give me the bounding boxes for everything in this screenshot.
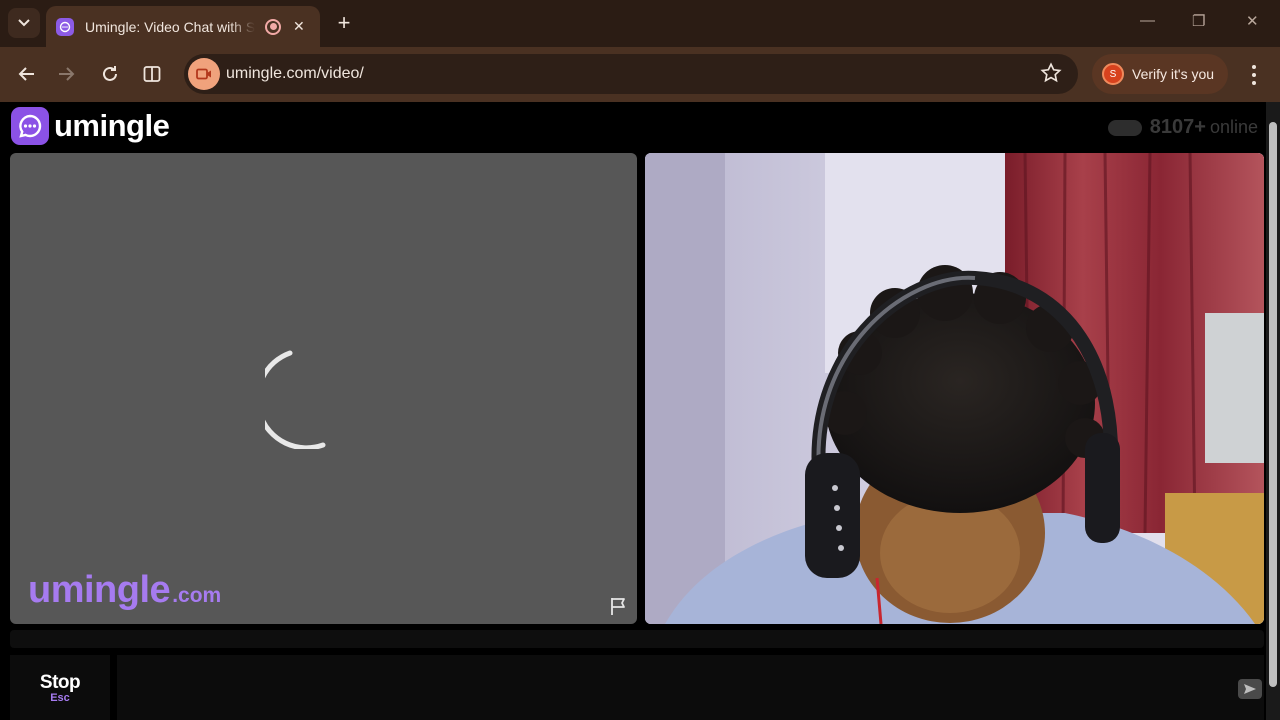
chat-message-input[interactable] [117, 655, 1264, 720]
watermark-domain: .com [172, 584, 222, 607]
split-view-icon [143, 66, 161, 82]
site-logo[interactable]: umingle [11, 107, 170, 145]
umingle-watermark: umingle .com [28, 569, 221, 612]
new-tab-button[interactable]: + [332, 10, 356, 36]
umingle-page: umingle 8107+ online umingle .com Stop E… [0, 102, 1280, 720]
window-close-icon[interactable]: ✕ [1246, 12, 1259, 30]
active-tab[interactable]: Umingle: Video Chat with Strangers ✕ [46, 6, 320, 47]
send-icon[interactable] [1238, 679, 1262, 699]
umingle-favicon-icon [56, 17, 74, 36]
tab-title: Umingle: Video Chat with Strangers [85, 18, 255, 35]
browser-toolbar: umingle.com/video/ S Verify it's you [0, 47, 1280, 102]
restore-icon[interactable]: ❐ [1192, 12, 1205, 30]
bookmark-star-icon[interactable] [1040, 62, 1062, 84]
loading-spinner-icon [265, 350, 326, 449]
report-flag-icon[interactable] [608, 595, 630, 617]
reload-button[interactable] [97, 61, 123, 87]
panel-divider-bar [10, 630, 1264, 648]
recording-indicator-icon [265, 18, 281, 35]
address-bar[interactable]: umingle.com/video/ [184, 54, 1078, 94]
page-scrollbar[interactable] [1266, 102, 1280, 720]
tab-search-button[interactable] [8, 8, 40, 38]
logo-text: umingle [54, 108, 170, 143]
url-text[interactable]: umingle.com/video/ [226, 65, 364, 83]
online-counter: 8107+ online [1107, 116, 1258, 139]
chat-bubble-icon [11, 107, 49, 145]
stop-button[interactable]: Stop Esc [10, 655, 110, 720]
chevron-down-icon [18, 19, 30, 27]
back-button[interactable] [13, 61, 39, 87]
online-label: online [1209, 117, 1258, 137]
self-webcam-video [645, 153, 1264, 624]
tab-close-icon[interactable]: ✕ [293, 18, 305, 35]
browser-tab-strip: Umingle: Video Chat with Strangers ✕ + —… [0, 0, 1280, 47]
online-count: 8107+ [1149, 116, 1206, 138]
stop-shortcut-hint: Esc [50, 691, 70, 704]
watermark-brand: umingle [28, 569, 171, 611]
profile-avatar: S [1102, 63, 1124, 85]
verify-identity-button[interactable]: S Verify it's you [1092, 54, 1228, 94]
online-status-pill [1107, 119, 1142, 136]
camera-in-use-icon[interactable] [188, 58, 220, 90]
scrollbar-thumb[interactable] [1269, 122, 1277, 687]
split-view-button[interactable] [139, 61, 165, 87]
arrow-left-icon [18, 67, 34, 81]
arrow-right-icon [59, 67, 75, 81]
forward-button[interactable] [54, 61, 80, 87]
browser-menu-icon[interactable] [1244, 63, 1264, 87]
reload-icon [103, 66, 117, 81]
webcam-feed [645, 153, 1264, 624]
stranger-video-panel: umingle .com [10, 153, 637, 624]
stop-label: Stop [39, 671, 81, 693]
verify-label: Verify it's you [1132, 66, 1215, 82]
minimize-icon[interactable]: — [1140, 12, 1155, 29]
